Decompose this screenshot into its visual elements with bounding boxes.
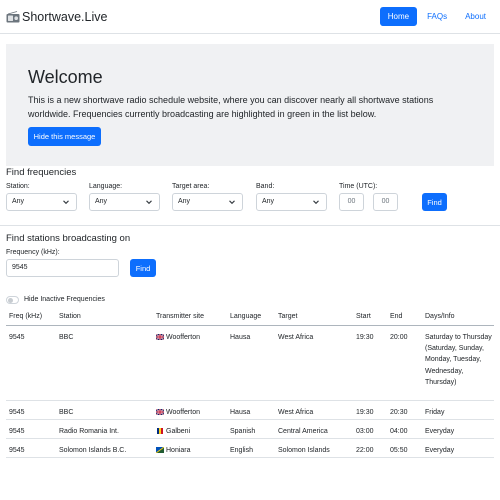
- col-start-header: Start: [356, 313, 371, 320]
- freq-cell: 9545: [9, 409, 25, 416]
- col-station-header: Station: [59, 313, 81, 320]
- end-cell: 20:00: [390, 334, 408, 341]
- table-row[interactable]: 9545 BBC Woofferton Hausa West Africa 19…: [6, 401, 494, 420]
- target-cell: West Africa: [278, 409, 314, 416]
- start-cell: 03:00: [356, 428, 374, 435]
- station-cell: BBC: [59, 409, 74, 416]
- start-cell: 19:30: [356, 334, 374, 341]
- language-select[interactable]: Any: [89, 193, 160, 211]
- hide-message-button[interactable]: Hide this message: [28, 127, 101, 146]
- solomon-islands-flag-icon: [156, 446, 164, 453]
- target-cell: Central America: [278, 428, 328, 435]
- station-cell: Radio Romania Int.: [59, 428, 119, 435]
- days-cell: Saturday to Thursday (Saturday, Sunday, …: [425, 334, 492, 386]
- frequency-label: Frequency (kHz):: [6, 249, 60, 256]
- site-name: Woofferton: [166, 334, 200, 341]
- station-label: Station:: [6, 183, 30, 190]
- site-cell: Woofferton: [156, 407, 200, 418]
- language-cell: English: [230, 447, 253, 454]
- days-cell: Everyday: [425, 447, 455, 454]
- chevron-down-icon: [229, 200, 235, 205]
- brand-link[interactable]: Shortwave.Live: [6, 7, 107, 27]
- schedule-table: Freq (kHz) Station Transmitter site Lang…: [6, 309, 494, 458]
- section-divider: [0, 225, 500, 226]
- uk-flag-icon: [156, 333, 164, 340]
- start-cell: 22:00: [356, 447, 374, 454]
- target-area-select[interactable]: Any: [172, 193, 243, 211]
- target-area-label: Target area:: [172, 183, 210, 190]
- days-cell: Friday: [425, 409, 445, 416]
- table-row[interactable]: 9545 Solomon Islands B.C. Honiara Englis…: [6, 439, 494, 458]
- welcome-title: Welcome: [28, 67, 103, 87]
- site-cell: Honiara: [156, 445, 191, 456]
- start-cell: 19:30: [356, 409, 374, 416]
- radio-icon: [6, 11, 20, 23]
- find-stations-button[interactable]: Find: [130, 259, 156, 277]
- toggle-knob: [8, 298, 13, 303]
- days-cell: Everyday: [425, 428, 455, 435]
- uk-flag-icon: [156, 408, 164, 415]
- station-select-value: Any: [12, 198, 25, 205]
- hide-inactive-toggle[interactable]: [6, 296, 19, 304]
- time-label: Time (UTC):: [339, 183, 378, 190]
- navbar: Shortwave.Live Home FAQs About: [0, 0, 500, 34]
- col-days-header: Days/Info: [425, 313, 455, 320]
- language-select-value: Any: [95, 198, 108, 205]
- band-label: Band:: [256, 183, 275, 190]
- chevron-down-icon: [146, 200, 152, 205]
- frequency-input[interactable]: 9545: [6, 259, 119, 277]
- freq-cell: 9545: [9, 428, 25, 435]
- col-language-header: Language: [230, 313, 262, 320]
- time-hours-input[interactable]: 00: [339, 193, 364, 211]
- target-area-select-value: Any: [178, 198, 191, 205]
- language-cell: Hausa: [230, 334, 251, 341]
- table-row[interactable]: 9545 BBC Woofferton Hausa West Africa 19…: [6, 326, 494, 401]
- col-site-header: Transmitter site: [156, 313, 204, 320]
- site-name: Galbeni: [166, 428, 191, 435]
- site-name: Woofferton: [166, 409, 200, 416]
- band-select-value: Any: [262, 198, 275, 205]
- language-cell: Spanish: [230, 428, 256, 435]
- find-stations-title: Find stations broadcasting on: [6, 233, 131, 244]
- col-target-header: Target: [278, 313, 298, 320]
- table-header: Freq (kHz) Station Transmitter site Lang…: [6, 309, 494, 326]
- brand-name: Shortwave.Live: [22, 10, 108, 24]
- welcome-text: This is a new shortwave radio schedule w…: [28, 95, 434, 119]
- freq-cell: 9545: [9, 334, 25, 341]
- language-cell: Hausa: [230, 409, 251, 416]
- freq-cell: 9545: [9, 447, 25, 454]
- nav-about-link[interactable]: About: [457, 7, 494, 26]
- table-row[interactable]: 9545 Radio Romania Int. Galbeni Spanish …: [6, 420, 494, 439]
- language-label: Language:: [89, 183, 123, 190]
- end-cell: 04:00: [390, 428, 408, 435]
- col-freq-header: Freq (kHz): [9, 313, 43, 320]
- site-cell: Woofferton: [156, 332, 200, 343]
- nav-home-link[interactable]: Home: [379, 7, 418, 26]
- site-cell: Galbeni: [156, 426, 190, 437]
- site-name: Honiara: [166, 447, 191, 454]
- station-select[interactable]: Any: [6, 193, 77, 211]
- col-end-header: End: [390, 313, 403, 320]
- target-cell: West Africa: [278, 334, 314, 341]
- target-cell: Solomon Islands: [278, 447, 330, 454]
- station-cell: Solomon Islands B.C.: [59, 447, 127, 454]
- nav-faqs-link[interactable]: FAQs: [419, 7, 455, 26]
- end-cell: 05:50: [390, 447, 408, 454]
- welcome-panel: Welcome This is a new shortwave radio sc…: [6, 44, 494, 166]
- time-minutes-input[interactable]: 00: [373, 193, 398, 211]
- chevron-down-icon: [313, 200, 319, 205]
- end-cell: 20:30: [390, 409, 408, 416]
- station-cell: BBC: [59, 334, 74, 341]
- romania-flag-icon: [157, 427, 163, 434]
- band-select[interactable]: Any: [256, 193, 327, 211]
- chevron-down-icon: [63, 200, 69, 205]
- find-frequencies-button[interactable]: Find: [422, 193, 447, 211]
- nav-links: Home FAQs About: [379, 7, 494, 26]
- hide-inactive-label: Hide Inactive Frequencies: [24, 296, 105, 303]
- find-frequencies-title: Find frequencies: [6, 167, 77, 178]
